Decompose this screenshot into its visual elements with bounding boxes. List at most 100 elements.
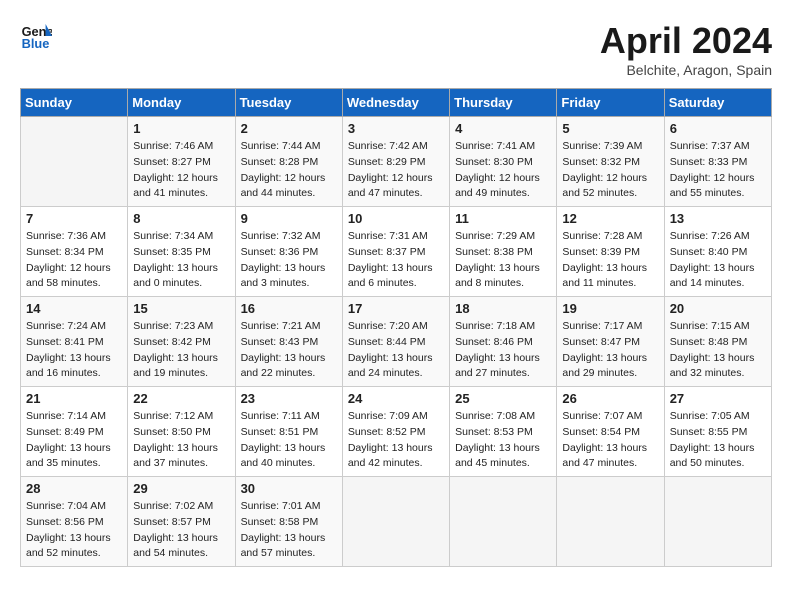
calendar-cell: 29Sunrise: 7:02 AMSunset: 8:57 PMDayligh…: [128, 477, 235, 567]
day-info: Sunrise: 7:44 AMSunset: 8:28 PMDaylight:…: [241, 139, 337, 202]
day-number: 16: [241, 301, 337, 316]
calendar-cell: 28 Sunrise: 7:04 AMSunset: 8:56 PMDayligh…: [21, 477, 128, 567]
calendar-cell: 24Sunrise: 7:09 AMSunset: 8:52 PMDayligh…: [342, 387, 449, 477]
day-info: Sunrise: 7:26 AMSunset: 8:40 PMDaylight:…: [670, 229, 766, 292]
day-header-saturday: Saturday: [664, 89, 771, 117]
day-info: Sunrise: 7:29 AMSunset: 8:38 PMDaylight:…: [455, 229, 551, 292]
day-info: Sunrise: 7:05 AMSunset: 8:55 PMDaylight:…: [670, 409, 766, 472]
day-number: 25: [455, 391, 551, 406]
day-number: 15: [133, 301, 229, 316]
calendar-cell: 19Sunrise: 7:17 AMSunset: 8:47 PMDayligh…: [557, 297, 664, 387]
day-info: Sunrise: 7:08 AMSunset: 8:53 PMDaylight:…: [455, 409, 551, 472]
calendar-cell: 26Sunrise: 7:07 AMSunset: 8:54 PMDayligh…: [557, 387, 664, 477]
calendar-week-1: 1 Sunrise: 7:46 AMSunset: 8:27 PMDaylight…: [21, 117, 772, 207]
calendar-cell: 3 Sunrise: 7:42 AMSunset: 8:29 PMDaylight…: [342, 117, 449, 207]
calendar-cell: 9Sunrise: 7:32 AMSunset: 8:36 PMDaylight…: [235, 207, 342, 297]
day-info: Sunrise: 7:42 AMSunset: 8:29 PMDaylight:…: [348, 139, 444, 202]
day-number: 4: [455, 121, 551, 136]
day-number: 11: [455, 211, 551, 226]
day-info: Sunrise: 7:04 AMSunset: 8:56 PMDaylight:…: [26, 499, 122, 562]
calendar-cell: 1 Sunrise: 7:46 AMSunset: 8:27 PMDaylight…: [128, 117, 235, 207]
day-info: Sunrise: 7:32 AMSunset: 8:36 PMDaylight:…: [241, 229, 337, 292]
day-header-monday: Monday: [128, 89, 235, 117]
day-number: 27: [670, 391, 766, 406]
day-info: Sunrise: 7:39 AMSunset: 8:32 PMDaylight:…: [562, 139, 658, 202]
day-number: 17: [348, 301, 444, 316]
day-info: Sunrise: 7:41 AMSunset: 8:30 PMDaylight:…: [455, 139, 551, 202]
calendar-cell: 25 Sunrise: 7:08 AMSunset: 8:53 PMDayligh…: [450, 387, 557, 477]
calendar-cell: 17 Sunrise: 7:20 AMSunset: 8:44 PMDayligh…: [342, 297, 449, 387]
calendar-cell: 14 Sunrise: 7:24 AMSunset: 8:41 PMDayligh…: [21, 297, 128, 387]
day-number: 1: [133, 121, 229, 136]
day-number: 6: [670, 121, 766, 136]
calendar-cell: 22Sunrise: 7:12 AMSunset: 8:50 PMDayligh…: [128, 387, 235, 477]
calendar-cell: 18 Sunrise: 7:18 AMSunset: 8:46 PMDayligh…: [450, 297, 557, 387]
calendar-cell: 30 Sunrise: 7:01 AMSunset: 8:58 PMDayligh…: [235, 477, 342, 567]
day-number: 19: [562, 301, 658, 316]
title-block: April 2024 Belchite, Aragon, Spain: [600, 20, 772, 78]
day-header-sunday: Sunday: [21, 89, 128, 117]
day-number: 3: [348, 121, 444, 136]
day-number: 28: [26, 481, 122, 496]
location-subtitle: Belchite, Aragon, Spain: [600, 62, 772, 78]
calendar-cell: 7 Sunrise: 7:36 AMSunset: 8:34 PMDaylight…: [21, 207, 128, 297]
day-number: 10: [348, 211, 444, 226]
day-info: Sunrise: 7:37 AMSunset: 8:33 PMDaylight:…: [670, 139, 766, 202]
calendar-cell: 10 Sunrise: 7:31 AMSunset: 8:37 PMDayligh…: [342, 207, 449, 297]
day-number: 8: [133, 211, 229, 226]
day-info: Sunrise: 7:24 AMSunset: 8:41 PMDaylight:…: [26, 319, 122, 382]
month-title: April 2024: [600, 20, 772, 62]
calendar-cell: [664, 477, 771, 567]
day-info: Sunrise: 7:20 AMSunset: 8:44 PMDaylight:…: [348, 319, 444, 382]
day-number: 13: [670, 211, 766, 226]
day-number: 14: [26, 301, 122, 316]
calendar-cell: [557, 477, 664, 567]
calendar-cell: [21, 117, 128, 207]
day-header-tuesday: Tuesday: [235, 89, 342, 117]
calendar-cell: 16Sunrise: 7:21 AMSunset: 8:43 PMDayligh…: [235, 297, 342, 387]
day-info: Sunrise: 7:23 AMSunset: 8:42 PMDaylight:…: [133, 319, 229, 382]
day-header-friday: Friday: [557, 89, 664, 117]
calendar-week-4: 21 Sunrise: 7:14 AMSunset: 8:49 PMDayligh…: [21, 387, 772, 477]
calendar-cell: 20 Sunrise: 7:15 AMSunset: 8:48 PMDayligh…: [664, 297, 771, 387]
day-info: Sunrise: 7:15 AMSunset: 8:48 PMDaylight:…: [670, 319, 766, 382]
day-info: Sunrise: 7:01 AMSunset: 8:58 PMDaylight:…: [241, 499, 337, 562]
calendar-cell: 4 Sunrise: 7:41 AMSunset: 8:30 PMDaylight…: [450, 117, 557, 207]
day-number: 2: [241, 121, 337, 136]
day-number: 20: [670, 301, 766, 316]
day-number: 12: [562, 211, 658, 226]
logo: General Blue: [20, 20, 52, 52]
day-info: Sunrise: 7:36 AMSunset: 8:34 PMDaylight:…: [26, 229, 122, 292]
calendar-header-row: SundayMondayTuesdayWednesdayThursdayFrid…: [21, 89, 772, 117]
calendar-cell: 12 Sunrise: 7:28 AMSunset: 8:39 PMDayligh…: [557, 207, 664, 297]
day-header-thursday: Thursday: [450, 89, 557, 117]
calendar-cell: 15 Sunrise: 7:23 AMSunset: 8:42 PMDayligh…: [128, 297, 235, 387]
day-info: Sunrise: 7:14 AMSunset: 8:49 PMDaylight:…: [26, 409, 122, 472]
day-number: 26: [562, 391, 658, 406]
logo-icon: General Blue: [20, 20, 52, 52]
day-info: Sunrise: 7:09 AMSunset: 8:52 PMDaylight:…: [348, 409, 444, 472]
day-info: Sunrise: 7:31 AMSunset: 8:37 PMDaylight:…: [348, 229, 444, 292]
calendar-cell: [342, 477, 449, 567]
calendar-cell: 5Sunrise: 7:39 AMSunset: 8:32 PMDaylight…: [557, 117, 664, 207]
calendar-week-2: 7 Sunrise: 7:36 AMSunset: 8:34 PMDaylight…: [21, 207, 772, 297]
day-number: 21: [26, 391, 122, 406]
day-number: 23: [241, 391, 337, 406]
day-header-wednesday: Wednesday: [342, 89, 449, 117]
day-info: Sunrise: 7:46 AMSunset: 8:27 PMDaylight:…: [133, 139, 229, 202]
calendar-cell: 6 Sunrise: 7:37 AMSunset: 8:33 PMDaylight…: [664, 117, 771, 207]
day-info: Sunrise: 7:18 AMSunset: 8:46 PMDaylight:…: [455, 319, 551, 382]
day-number: 18: [455, 301, 551, 316]
day-info: Sunrise: 7:28 AMSunset: 8:39 PMDaylight:…: [562, 229, 658, 292]
day-info: Sunrise: 7:11 AMSunset: 8:51 PMDaylight:…: [241, 409, 337, 472]
calendar-body: 1 Sunrise: 7:46 AMSunset: 8:27 PMDaylight…: [21, 117, 772, 567]
day-number: 30: [241, 481, 337, 496]
calendar-cell: 13 Sunrise: 7:26 AMSunset: 8:40 PMDayligh…: [664, 207, 771, 297]
calendar-cell: 27 Sunrise: 7:05 AMSunset: 8:55 PMDayligh…: [664, 387, 771, 477]
day-number: 7: [26, 211, 122, 226]
day-info: Sunrise: 7:02 AMSunset: 8:57 PMDaylight:…: [133, 499, 229, 562]
calendar-week-5: 28 Sunrise: 7:04 AMSunset: 8:56 PMDayligh…: [21, 477, 772, 567]
calendar-table: SundayMondayTuesdayWednesdayThursdayFrid…: [20, 88, 772, 567]
page-header: General Blue April 2024 Belchite, Aragon…: [20, 20, 772, 78]
calendar-cell: 11 Sunrise: 7:29 AMSunset: 8:38 PMDayligh…: [450, 207, 557, 297]
